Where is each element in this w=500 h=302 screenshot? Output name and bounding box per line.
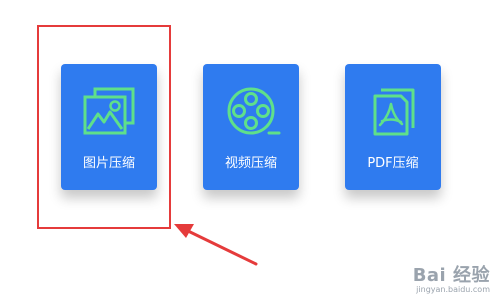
image-compress-label: 图片压缩: [82, 156, 135, 171]
pointer-arrow-icon: [174, 224, 258, 266]
image-icon: [83, 87, 135, 135]
watermark: Bai 经验 jingyan.baidu.com: [413, 261, 490, 294]
video-compress-button[interactable]: 视频压缩: [203, 64, 299, 190]
pdf-compress-button[interactable]: PDF压缩: [345, 64, 441, 190]
film-reel-icon: [227, 87, 281, 135]
video-compress-label: 视频压缩: [224, 156, 277, 171]
watermark-domain: jingyan.baidu.com: [416, 285, 490, 294]
pdf-icon: [373, 88, 415, 136]
pdf-compress-label: PDF压缩: [367, 156, 419, 171]
watermark-brand: Bai 经验: [412, 265, 490, 286]
image-compress-button[interactable]: 图片压缩: [61, 64, 157, 190]
